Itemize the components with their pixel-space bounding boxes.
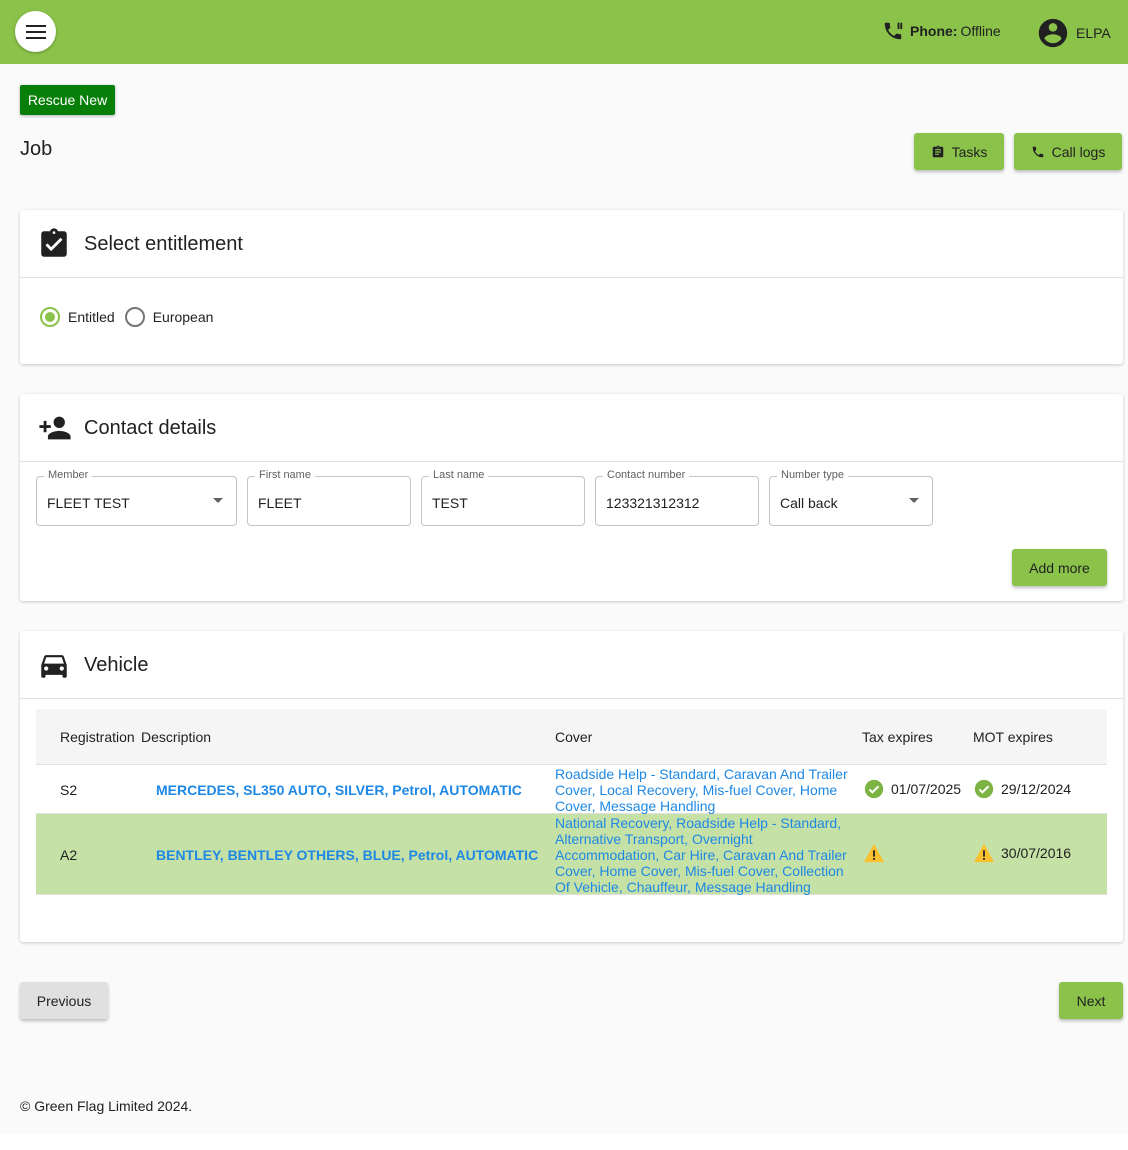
table-row-selected[interactable]: A2 BENTLEY, BENTLEY OTHERS, BLUE, Petrol… bbox=[36, 814, 1107, 895]
mot-expires-value: 29/12/2024 bbox=[1001, 781, 1072, 797]
row-registration: S2 bbox=[60, 782, 78, 798]
row-cover-link[interactable]: Roadside Help - Standard, Caravan And Tr… bbox=[555, 766, 855, 814]
radio-european[interactable] bbox=[124, 307, 145, 327]
row-description-link[interactable]: MERCEDES, SL350 AUTO, SILVER, Petrol, AU… bbox=[156, 782, 522, 798]
number-type-label: Number type bbox=[777, 469, 848, 481]
number-type-value: Call back bbox=[780, 495, 838, 511]
vehicle-title: Vehicle bbox=[84, 654, 149, 676]
menu-button[interactable] bbox=[15, 11, 56, 52]
contact-number-label: Contact number bbox=[603, 469, 690, 481]
menu-icon bbox=[25, 24, 46, 39]
row-registration: A2 bbox=[60, 847, 78, 863]
previous-button[interactable]: Previous bbox=[20, 982, 108, 1019]
row-tax bbox=[863, 843, 891, 863]
phone-icon bbox=[1032, 146, 1043, 157]
chevron-down-icon bbox=[909, 498, 919, 503]
first-name-field[interactable]: First name FLEET bbox=[247, 469, 411, 526]
phone-status-value: Offline bbox=[960, 23, 1001, 39]
mot-expires-value: 30/07/2016 bbox=[1001, 845, 1072, 861]
table-row[interactable]: S2 MERCEDES, SL350 AUTO, SILVER, Petrol,… bbox=[36, 765, 1107, 814]
car-icon bbox=[41, 655, 67, 678]
tax-expires-value: 01/07/2025 bbox=[891, 781, 962, 797]
table-header: Registration Description Cover Tax expir… bbox=[36, 709, 1107, 765]
phone-label: Phone: bbox=[910, 23, 958, 39]
vehicle-table: Registration Description Cover Tax expir… bbox=[36, 709, 1107, 895]
member-select[interactable]: Member FLEET TEST bbox=[36, 469, 237, 526]
first-name-value: FLEET bbox=[258, 495, 302, 511]
member-value: FLEET TEST bbox=[47, 495, 130, 511]
rescue-new-button[interactable]: Rescue New bbox=[20, 85, 115, 115]
radio-european-label: European bbox=[152, 309, 214, 325]
tasks-label: Tasks bbox=[951, 143, 988, 160]
last-name-label: Last name bbox=[429, 469, 489, 481]
call-logs-button[interactable]: Call logs bbox=[1014, 133, 1122, 170]
account-circle-icon bbox=[1038, 18, 1068, 48]
assignment-check-icon bbox=[41, 228, 67, 257]
call-logs-label: Call logs bbox=[1051, 143, 1106, 160]
col-cover: Cover bbox=[555, 729, 593, 745]
row-tax: 01/07/2025 bbox=[863, 778, 961, 800]
contact-number-field[interactable]: Contact number 123321312312 bbox=[595, 469, 759, 526]
vehicle-header: Vehicle bbox=[20, 631, 1123, 699]
contact-number-value: 123321312312 bbox=[606, 495, 700, 511]
footer-copyright: © Green Flag Limited 2024. bbox=[20, 1098, 193, 1114]
phone-status: Phone: Offline bbox=[882, 20, 1001, 42]
radio-entitled[interactable] bbox=[40, 307, 60, 327]
contact-header: Contact details bbox=[20, 394, 1123, 462]
user-menu[interactable]: ELPA bbox=[1036, 16, 1111, 50]
entitlement-title: Select entitlement bbox=[84, 233, 243, 255]
contact-details-card: Contact details Member FLEET TEST First … bbox=[20, 394, 1123, 601]
number-type-select[interactable]: Number type Call back bbox=[769, 469, 933, 526]
col-registration: Registration bbox=[60, 729, 135, 745]
last-name-field[interactable]: Last name TEST bbox=[421, 469, 585, 526]
clipboard-icon bbox=[932, 145, 943, 157]
next-button[interactable]: Next bbox=[1059, 982, 1123, 1019]
phone-paused-icon bbox=[884, 22, 903, 40]
entitlement-radio-group: Entitled European bbox=[40, 307, 223, 327]
col-description: Description bbox=[141, 729, 212, 745]
app-bar: Phone: Offline ELPA bbox=[0, 0, 1128, 64]
check-circle-icon bbox=[864, 779, 884, 799]
last-name-value: TEST bbox=[432, 495, 468, 511]
radio-entitled-label: Entitled bbox=[68, 309, 115, 325]
entitlement-card: Select entitlement Entitled European bbox=[20, 210, 1123, 364]
user-name: ELPA bbox=[1076, 25, 1111, 41]
member-label: Member bbox=[44, 469, 93, 481]
warning-icon bbox=[864, 843, 884, 863]
contact-title: Contact details bbox=[84, 417, 217, 439]
check-circle-icon bbox=[974, 779, 994, 799]
chevron-down-icon bbox=[213, 498, 223, 503]
page-title: Job bbox=[20, 138, 53, 160]
vehicle-card: Vehicle Registration Description Cover T… bbox=[20, 631, 1123, 942]
col-tax-expires: Tax expires bbox=[862, 729, 933, 745]
warning-icon bbox=[974, 843, 994, 863]
col-mot-expires: MOT expires bbox=[973, 729, 1053, 745]
person-add-icon bbox=[39, 416, 71, 440]
row-description-link[interactable]: BENTLEY, BENTLEY OTHERS, BLUE, Petrol, A… bbox=[156, 847, 538, 863]
add-more-button[interactable]: Add more bbox=[1012, 549, 1107, 586]
entitlement-header: Select entitlement bbox=[20, 210, 1123, 278]
tasks-button[interactable]: Tasks bbox=[914, 133, 1004, 170]
row-cover-link[interactable]: National Recovery, Roadside Help - Stand… bbox=[555, 815, 855, 895]
first-name-label: First name bbox=[255, 469, 315, 481]
row-mot: 29/12/2024 bbox=[973, 778, 1071, 800]
bottom-strip bbox=[0, 1134, 1128, 1150]
row-mot: 30/07/2016 bbox=[973, 843, 1071, 863]
